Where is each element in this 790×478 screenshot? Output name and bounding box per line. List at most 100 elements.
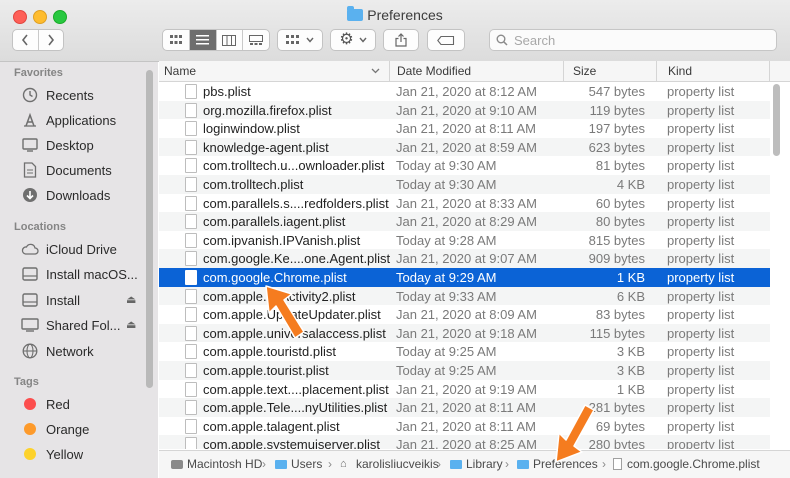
plist-file-icon	[185, 139, 197, 155]
table-row[interactable]: com.apple.systemuiserver.plist Jan 21, 20…	[159, 435, 770, 449]
forward-button[interactable]	[39, 30, 64, 50]
table-row[interactable]: com.apple.touristd.plist Today at 9:25 AM…	[159, 342, 770, 361]
back-button[interactable]	[13, 30, 39, 50]
plist-file-icon	[185, 418, 197, 434]
eject-icon[interactable]: ⏏	[126, 293, 136, 306]
file-name-cell: com.apple.Tele....nyUtilities.plist	[203, 400, 388, 416]
path-segment-label: Macintosh HD	[187, 457, 263, 471]
plist-file-icon	[185, 363, 197, 378]
file-kind-cell: property list	[667, 437, 735, 449]
table-row[interactable]: com.ipvanish.IPVanish.plist Today at 9:28…	[159, 231, 770, 250]
column-header-date[interactable]: Date Modified	[397, 64, 471, 78]
tag-color-dot	[24, 398, 36, 410]
group-button[interactable]	[277, 29, 323, 51]
sort-descending-icon[interactable]	[371, 68, 380, 74]
date-modified-cell: Jan 21, 2020 at 8:11 AM	[396, 121, 536, 137]
sidebar-item-install[interactable]: Install ⏏	[0, 288, 158, 312]
sidebar-item-desktop[interactable]: Desktop	[0, 133, 158, 157]
annotation-arrow-icon	[555, 404, 595, 463]
sidebar-item-shared-folders[interactable]: Shared Fol... ⏏	[0, 313, 158, 337]
search-field[interactable]	[489, 29, 777, 51]
date-modified-cell: Jan 21, 2020 at 9:10 AM	[396, 102, 537, 118]
tags-button[interactable]	[427, 29, 465, 51]
table-row[interactable]: com.apple.xpActivity2.plistToday at 9:33…	[159, 286, 770, 306]
sidebar-scrollbar[interactable]	[146, 70, 153, 388]
table-row[interactable]: com.apple.Tele....nyUtilities.plist Jan 2…	[159, 398, 770, 417]
sidebar-tag-yellow[interactable]: Yellow	[0, 442, 158, 466]
window-title: Preferences	[0, 6, 790, 23]
sidebar-item-icloud-drive[interactable]: iCloud Drive	[0, 237, 158, 261]
list-scrollbar[interactable]	[773, 84, 780, 156]
folder-icon	[275, 459, 287, 469]
table-row[interactable]: com.apple.universalaccess.plistJan 21, 2…	[159, 323, 770, 343]
list-view-icon	[196, 35, 210, 45]
file-kind-cell: property list	[667, 307, 735, 323]
path-segment-library[interactable]: Library	[450, 457, 503, 471]
sidebar: Favorites Recents Applications Desktop D…	[0, 62, 158, 478]
sidebar-tag-orange[interactable]: Orange	[0, 417, 158, 441]
sidebar-item-documents[interactable]: Documents	[0, 158, 158, 182]
file-name-cell: com.ipvanish.IPVanish.plist	[203, 232, 361, 248]
gallery-view-button[interactable]	[243, 30, 269, 50]
action-button[interactable]: ⚙	[330, 29, 376, 51]
column-divider[interactable]	[656, 61, 657, 81]
path-segment-home[interactable]: ⌂ karolisliucveikis	[340, 457, 439, 471]
table-row[interactable]: com.apple.talagent.plist Jan 21, 2020 at …	[159, 417, 770, 436]
cloud-icon	[20, 243, 40, 255]
path-segment-users[interactable]: Users	[275, 457, 322, 471]
date-modified-cell: Today at 9:25 AM	[396, 344, 497, 360]
table-row[interactable]: com.trolltech.plist Today at 9:30 AM 4 KB p…	[159, 175, 770, 194]
sidebar-section-favorites: Favorites	[14, 67, 63, 79]
sidebar-item-install-macos[interactable]: Install macOS...	[0, 262, 158, 286]
file-kind-cell: property list	[667, 363, 735, 378]
table-row[interactable]: com.parallels.iagent.plist Jan 21, 2020 a…	[159, 212, 770, 231]
table-row[interactable]: knowledge-agent.plist Jan 21, 2020 at 8:5…	[159, 137, 770, 157]
sidebar-item-network[interactable]: Network	[0, 339, 158, 363]
eject-icon[interactable]: ⏏	[126, 318, 136, 331]
table-row[interactable]: com.apple.text....placement.plist Jan 21,…	[159, 380, 770, 399]
plist-file-icon	[185, 102, 197, 118]
column-view-button[interactable]	[217, 30, 244, 50]
column-divider[interactable]	[563, 61, 564, 81]
column-header-name[interactable]: Name	[164, 64, 196, 78]
file-size-cell: 197 bytes	[588, 121, 645, 137]
chevron-left-icon	[22, 34, 28, 46]
table-row[interactable]: com.apple.tourist.plist Today at 9:25 AM 3…	[159, 361, 770, 380]
shared-display-icon	[20, 318, 40, 332]
sidebar-item-downloads[interactable]: Downloads	[0, 183, 158, 207]
table-row[interactable]: pbs.plist Jan 21, 2020 at 8:12 AM 547 byte…	[159, 82, 770, 101]
table-row[interactable]: com.parallels.s....redfolders.plist Jan 2…	[159, 194, 770, 213]
plist-file-icon	[185, 437, 197, 449]
table-row[interactable]: com.trolltech.u...ownloader.plist Today a…	[159, 156, 770, 175]
sidebar-item-applications[interactable]: Applications	[0, 108, 158, 132]
file-name-cell: knowledge-agent.plist	[203, 139, 329, 155]
path-segment-file[interactable]: com.google.Chrome.plist	[613, 457, 760, 471]
column-header-size[interactable]: Size	[573, 64, 596, 78]
file-size-cell: 623 bytes	[588, 139, 645, 155]
column-divider[interactable]	[769, 61, 770, 81]
file-size-cell: 909 bytes	[588, 251, 645, 267]
list-view-button[interactable]	[189, 30, 217, 50]
column-divider[interactable]	[389, 61, 390, 81]
table-row[interactable]: org.mozilla.firefox.plist Jan 21, 2020 at…	[159, 100, 770, 120]
plist-file-icon	[185, 307, 197, 323]
file-kind-cell: property list	[667, 344, 735, 360]
date-modified-cell: Today at 9:33 AM	[396, 288, 497, 304]
sidebar-section-locations: Locations	[14, 221, 66, 233]
search-input[interactable]	[512, 32, 771, 49]
path-segment-macintosh-hd[interactable]: Macintosh HD	[171, 457, 262, 471]
table-row[interactable]: com.apple.UpdateUpdater.plistJan 21, 202…	[159, 305, 770, 324]
table-row[interactable]: loginwindow.plist Jan 21, 2020 at 8:11 AM…	[159, 119, 770, 138]
plist-file-icon	[185, 158, 197, 174]
file-list: pbs.plist Jan 21, 2020 at 8:12 AM 547 byte…	[159, 82, 790, 449]
icon-view-button[interactable]	[163, 30, 190, 50]
share-button[interactable]	[383, 29, 419, 51]
path-chevron-icon: ›	[602, 457, 606, 471]
file-size-cell: 547 bytes	[588, 84, 645, 99]
table-row[interactable]: com.google.Chrome.plist Today at 9:29 AM 1…	[159, 268, 770, 287]
table-row[interactable]: com.google.Ke....one.Agent.plist Jan 21, …	[159, 249, 770, 268]
sidebar-item-recents[interactable]: Recents	[0, 83, 158, 107]
home-icon: ⌂	[340, 458, 347, 470]
column-header-kind[interactable]: Kind	[668, 64, 692, 78]
sidebar-tag-red[interactable]: Red	[0, 392, 158, 416]
